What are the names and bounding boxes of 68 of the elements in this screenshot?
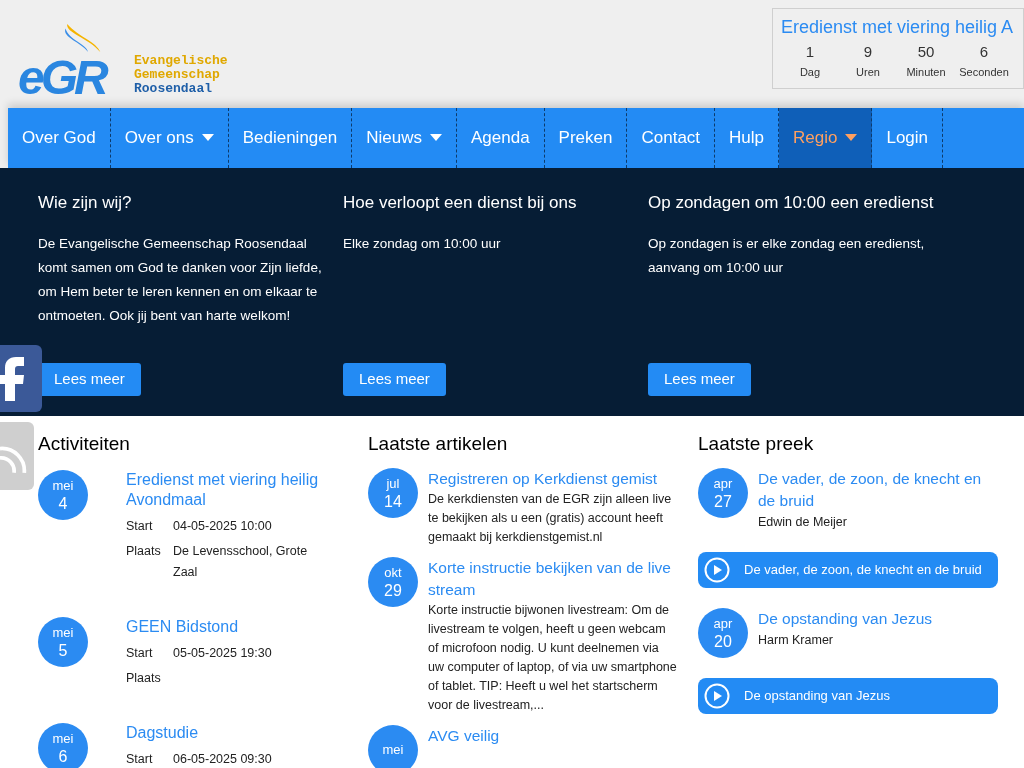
event-title[interactable]: Dagstudie xyxy=(126,723,326,743)
date-day: 5 xyxy=(58,642,68,660)
countdown-value: 6 xyxy=(979,42,989,62)
date-month: apr xyxy=(713,475,733,493)
field-value: 05-05-2025 19:30 xyxy=(173,645,272,662)
intro-text: De Evangelische Gemeenschap Roosendaal komt samen om God te danken voor Zijn liefde, om Hem beter te leren kennen en om elkaar te ontmoeten. Ook jij bent van harte welkom! xyxy=(38,235,323,325)
facebook-link[interactable] xyxy=(0,345,42,412)
read-more-button[interactable]: Lees meer xyxy=(343,363,446,396)
intro-text: Op zondagen is er elke zondag een eredienst, aanvang om 10:00 uur xyxy=(648,235,926,277)
date-month: mei xyxy=(52,477,74,495)
intro-heading: Wie zijn wij? xyxy=(38,192,133,214)
logo-mark: eGR xyxy=(18,54,105,102)
date-day: 6 xyxy=(58,748,68,766)
countdown-value: 50 xyxy=(917,42,935,62)
date-month: mei xyxy=(382,741,404,759)
article-title[interactable]: AVG veilig xyxy=(428,725,678,747)
countdown-title: Eredienst met viering heilig A xyxy=(781,16,1015,39)
field-value: 06-05-2025 09:30 xyxy=(173,751,272,768)
date-month: mei xyxy=(52,730,74,748)
article-summary: Korte instructie bijwonen livestream: Om de livestream te volgen, heeft u geen webcam of microfoon nodig. U kunt deelnemen via uw computer of laptop, of via uw smartphone of tablet. TIP: Heeft u wel het startscherm voor de livestream,... xyxy=(428,602,678,714)
field-label: Start xyxy=(126,645,154,662)
facebook-icon xyxy=(0,356,24,401)
logo-text: Gemeenschap xyxy=(134,68,221,82)
date-day: 4 xyxy=(58,495,68,513)
date-day: 20 xyxy=(714,633,732,651)
section-heading: Activiteiten xyxy=(38,432,131,456)
article-title[interactable]: Korte instructie bekijken van de live stream xyxy=(428,557,678,601)
countdown-value: 9 xyxy=(863,42,873,62)
countdown-label: Uren xyxy=(856,64,880,80)
date-day: 29 xyxy=(384,582,402,600)
nav-item[interactable]: Regio xyxy=(779,108,873,168)
date-month: mei xyxy=(52,624,74,642)
section-heading: Laatste artikelen xyxy=(368,432,509,456)
date-month: apr xyxy=(713,615,733,633)
article-title[interactable]: Registreren op Kerkdienst gemist xyxy=(428,468,678,490)
field-label: Plaats xyxy=(126,543,162,560)
sermon-title[interactable]: De vader, de zoon, de knecht en de bruid xyxy=(758,468,998,512)
play-icon xyxy=(704,557,730,583)
section-heading: Laatste preek xyxy=(698,432,815,456)
field-label: Plaats xyxy=(126,670,162,687)
logo-text: Roosendaal xyxy=(134,82,213,96)
date-day: 27 xyxy=(714,493,732,511)
countdown-label: Minuten xyxy=(906,64,946,80)
field-value: De Levensschool, Grote Zaal xyxy=(173,543,309,581)
field-label: Start xyxy=(126,751,154,768)
sermon-speaker: Edwin de Meijer xyxy=(758,514,848,531)
countdown-label: Seconden xyxy=(959,64,1009,80)
audio-player-button[interactable]: De opstanding van Jezus xyxy=(698,678,998,714)
intro-heading: Op zondagen om 10:00 een eredienst xyxy=(648,192,935,214)
audio-player-button[interactable]: De vader, de zoon, de knecht en de bruid xyxy=(698,552,998,588)
flame-icon xyxy=(62,24,102,52)
play-icon xyxy=(704,683,730,709)
field-value: 04-05-2025 10:00 xyxy=(173,518,272,535)
intro-text: Elke zondag om 10:00 uur xyxy=(343,235,502,253)
date-day: 14 xyxy=(384,493,402,511)
countdown-value: 1 xyxy=(805,42,815,62)
field-label: Start xyxy=(126,518,154,535)
event-title[interactable]: GEEN Bidstond xyxy=(126,617,326,637)
logo-text: Evangelische xyxy=(134,54,228,68)
intro-heading: Hoe verloopt een dienst bij ons xyxy=(343,192,578,214)
date-month: okt xyxy=(384,564,402,582)
read-more-button[interactable]: Lees meer xyxy=(648,363,751,396)
countdown-label: Dag xyxy=(799,64,821,80)
article-summary: De kerkdiensten van de EGR zijn alleen live te bekijken als u een (gratis) account heeft gemaakt bij kerkdienstgemist.nl xyxy=(428,491,673,546)
sermon-speaker: Harm Kramer xyxy=(758,632,834,649)
event-title[interactable]: Eredienst met viering heilig Avondmaal xyxy=(126,470,326,510)
date-month: jul xyxy=(386,475,400,493)
sermon-title[interactable]: De opstanding van Jezus xyxy=(758,608,998,630)
